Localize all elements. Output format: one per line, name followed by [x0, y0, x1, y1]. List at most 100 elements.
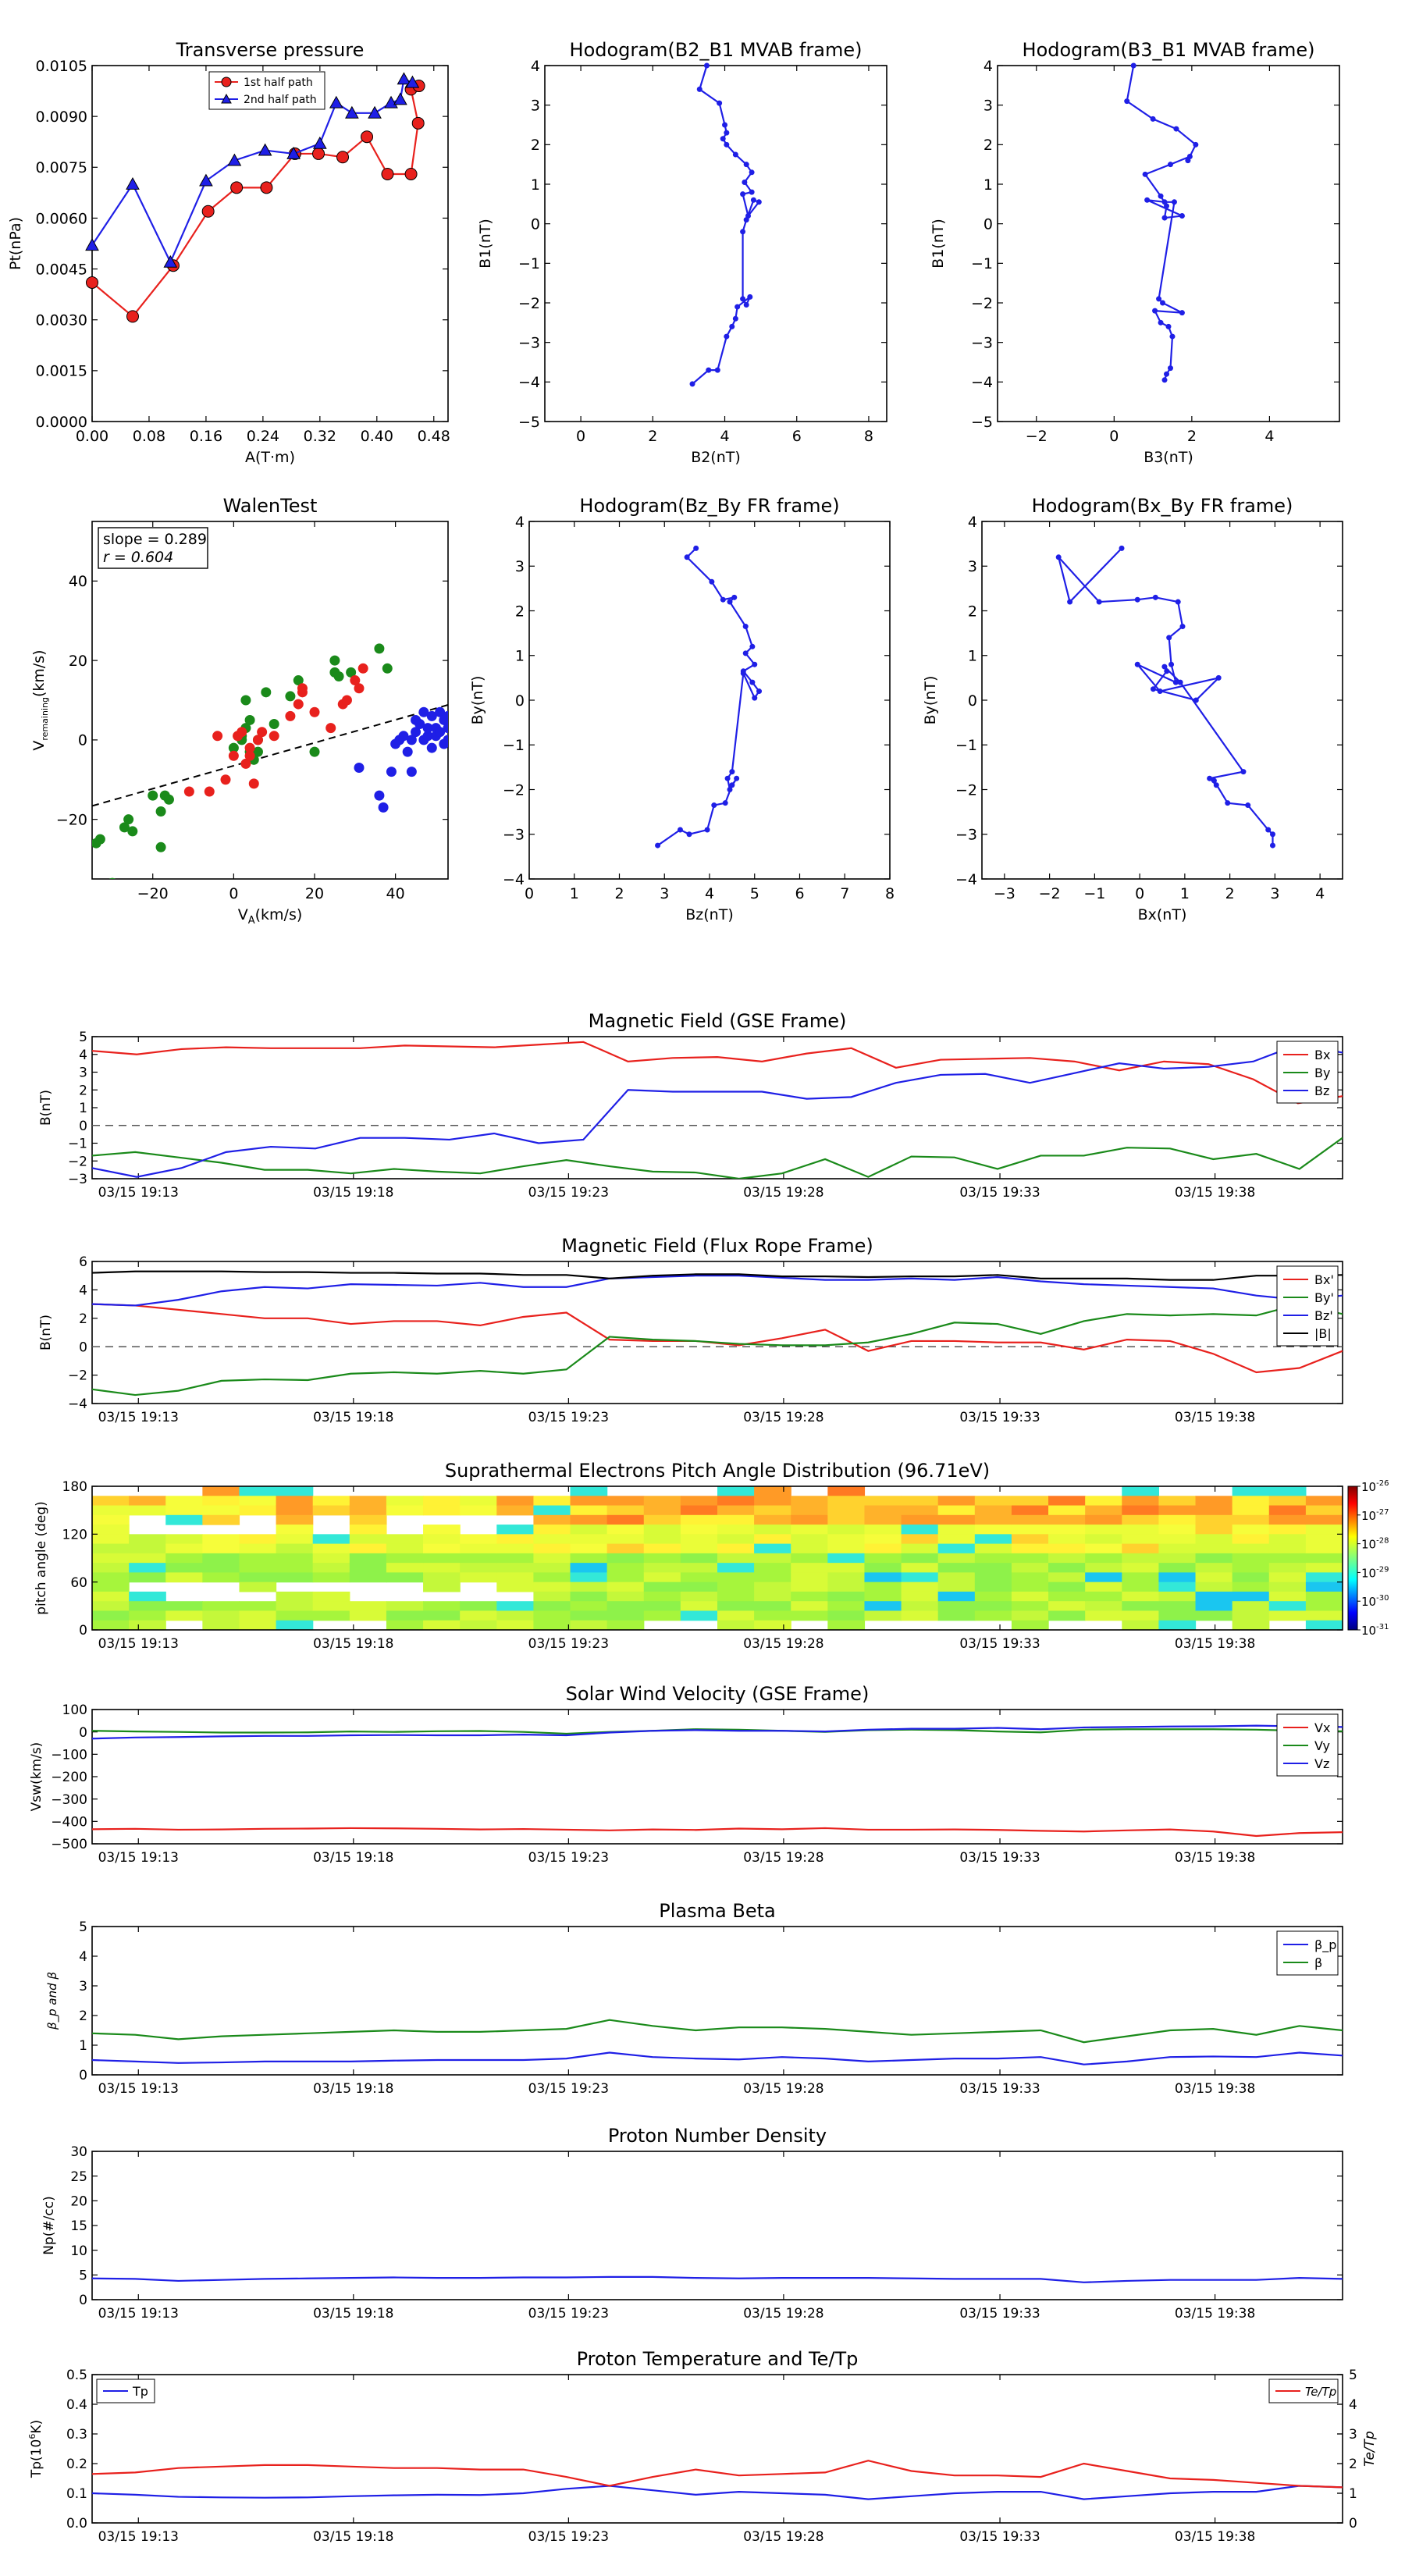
heatmap-cell [1011, 1582, 1049, 1592]
heatmap-cell [239, 1582, 277, 1592]
heatmap-cell [1122, 1525, 1160, 1535]
heatmap-cell [1268, 1563, 1307, 1573]
heatmap-cell [312, 1563, 350, 1573]
heatmap-cell [1268, 1553, 1307, 1564]
y-tick-label: 0.0 [66, 2516, 87, 2532]
heatmap-cell [1268, 1610, 1307, 1621]
data-point [724, 333, 730, 340]
y-tick-label: 0 [79, 1725, 87, 1741]
x-tick-label: 03/15 19:38 [1175, 1636, 1255, 1652]
heatmap-cell [1305, 1534, 1343, 1545]
heatmap-cell [349, 1543, 387, 1554]
x-tick-label: 03/15 19:13 [98, 2306, 179, 2322]
y-tick-label: 1 [79, 1101, 87, 1116]
y-axis-label: By(nT) [922, 676, 939, 725]
x-axis-label: Bx(nT) [1138, 906, 1187, 923]
heatmap-cell [92, 1496, 130, 1507]
plot-frame [91, 1261, 1343, 1404]
y-axis-label: By(nT) [469, 676, 486, 725]
heatmap-cell [92, 1591, 130, 1602]
colorbar-exp: -26 [1376, 1479, 1389, 1488]
heatmap-cell [276, 1563, 314, 1573]
legend: 1st half path 2nd half path [208, 71, 325, 110]
heatmap-cell [496, 1572, 535, 1583]
y-tick-label: −3 [518, 335, 540, 352]
y-tick-label: 3 [531, 98, 540, 115]
x-tick-label: 0.40 [361, 428, 393, 445]
x-tick-label: 8 [885, 885, 895, 902]
x-tick-label: 2 [648, 428, 657, 445]
heatmap-cell [1232, 1591, 1270, 1602]
heatmap-cell [717, 1534, 755, 1545]
heatmap-cell [1158, 1505, 1197, 1516]
data-point [126, 310, 139, 323]
x-tick-label: 03/15 19:33 [959, 1850, 1040, 1866]
heatmap-cell [606, 1496, 645, 1507]
y-tick-label: 4 [515, 514, 525, 531]
colorbar-exp: -28 [1376, 1537, 1389, 1546]
annotation-box: slope = 0.289r = 0.604 [98, 527, 208, 569]
heatmap-cell [533, 1496, 571, 1507]
data-point [1160, 300, 1166, 306]
data-point [747, 294, 753, 300]
heatmap-cell [680, 1591, 718, 1602]
heatmap-cell [239, 1505, 277, 1516]
heatmap-cell [312, 1572, 350, 1583]
heatmap-cell [460, 1543, 497, 1554]
data-point [722, 122, 728, 128]
y-tick-label: 0.3 [66, 2427, 87, 2443]
heatmap-cell [496, 1534, 535, 1545]
y-tick-label: 25 [70, 2169, 87, 2185]
heatmap-cell [680, 1514, 718, 1525]
heatmap-cell [1305, 1525, 1343, 1535]
x-tick-label: 6 [795, 885, 804, 902]
y-tick-label: 100 [62, 1703, 87, 1718]
heatmap-cell [1122, 1496, 1160, 1507]
heatmap-cells [92, 1486, 1343, 1630]
legend: Bx By Bz [1276, 1041, 1339, 1104]
y-tick-label: 0.0090 [36, 109, 87, 126]
hodogram-bx-by-chart: Hodogram(Bx_By FR frame) −4 −3 −2 −1 0 1 2 3 4 −3 −… [922, 495, 1343, 923]
scatter-point-blue [386, 767, 397, 777]
legend-label: 2nd half path [244, 94, 317, 106]
scatter-point-green [127, 826, 138, 837]
y-axis-label: β_p and β [45, 1972, 60, 2030]
heatmap-cell [202, 1534, 240, 1545]
y-tick-label: 4 [984, 58, 993, 75]
heatmap-cell [202, 1486, 240, 1496]
heatmap-cell [1011, 1563, 1049, 1573]
heatmap-cell [460, 1505, 497, 1516]
y-tick-label: 0 [79, 1623, 87, 1638]
colorbar: 10-2610-2710-2810-2910-3010-31 [1347, 1479, 1389, 1638]
data-point [312, 147, 325, 160]
heatmap-cell [864, 1582, 902, 1592]
heatmap-cell [827, 1601, 866, 1612]
data-point [709, 578, 715, 585]
heatmap-cell [864, 1514, 902, 1525]
data-point [743, 217, 749, 223]
x-tick-label: 3 [660, 885, 669, 902]
heatmap-cell [937, 1563, 976, 1573]
y-label-sub: remaining [40, 697, 50, 741]
legend-right: Te/Tp [1268, 2379, 1339, 2403]
heatmap-cell [202, 1620, 240, 1630]
scatter-point-red [220, 774, 231, 785]
heatmap-cell [901, 1496, 939, 1507]
scatter-point-blue [354, 763, 365, 774]
heatmap-cell [1158, 1514, 1197, 1525]
heatmap-cell [974, 1496, 1012, 1507]
series-line-Vx [92, 1827, 1343, 1838]
heatmap-cell [643, 1610, 681, 1621]
legend-label: Vz [1314, 1756, 1329, 1771]
y-tick-label: −2 [971, 295, 993, 312]
x-tick-label: 03/15 19:38 [1175, 2529, 1255, 2545]
y-tick-label: 2 [968, 603, 977, 620]
heatmap-cell [1305, 1514, 1343, 1525]
heatmap-cell [1195, 1601, 1233, 1612]
heatmap-cell [1085, 1601, 1122, 1612]
heatmap-cell [606, 1563, 645, 1573]
plot-frame [91, 1036, 1343, 1179]
scatter-point-green [285, 691, 296, 702]
data-point [361, 130, 374, 144]
scatter-point-blue [374, 790, 385, 801]
